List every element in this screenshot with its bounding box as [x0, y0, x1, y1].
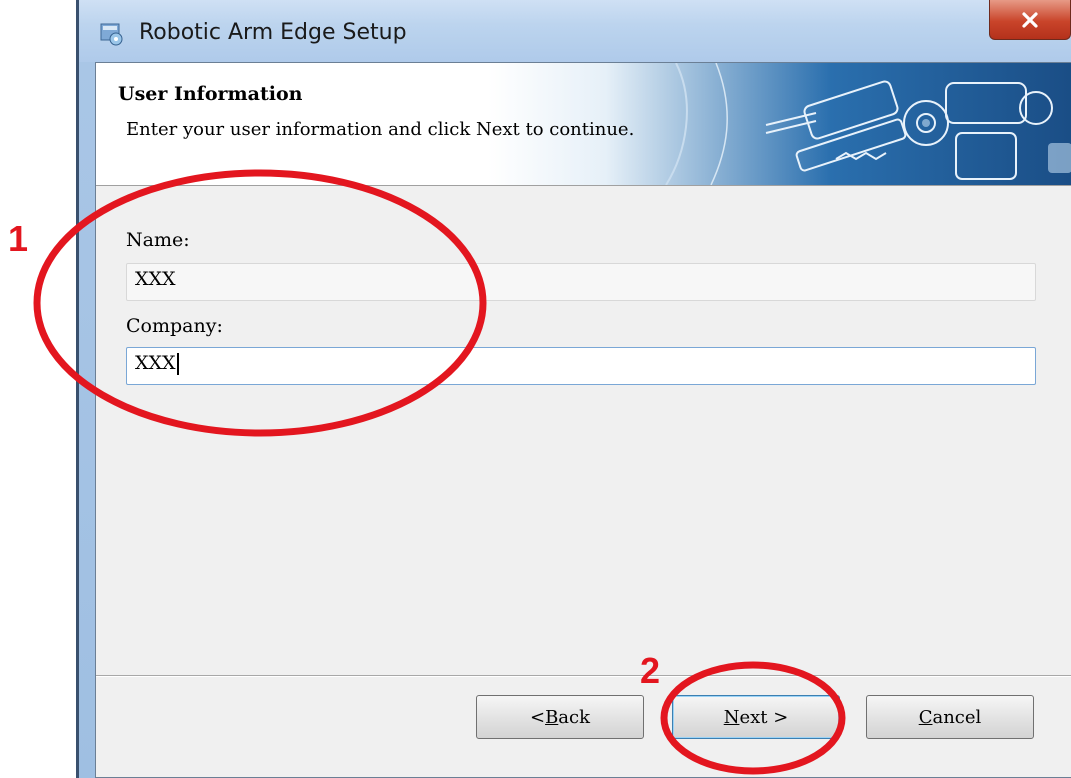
company-field-value: XXX — [135, 352, 176, 374]
name-label: Name: — [126, 229, 190, 251]
close-icon — [1022, 11, 1038, 28]
next-button-mnemonic: N — [723, 706, 740, 728]
cancel-button-rest: ancel — [932, 706, 982, 728]
company-field[interactable]: XXX — [126, 347, 1036, 385]
page-title: User Information — [118, 83, 303, 105]
back-button-prefix: < — [529, 706, 546, 728]
setup-app-icon — [99, 22, 125, 46]
back-button-rest: ack — [558, 706, 591, 728]
close-button[interactable] — [989, 0, 1071, 40]
cancel-button-mnemonic: C — [918, 706, 933, 728]
name-field-value: XXX — [135, 268, 176, 290]
back-button[interactable]: < Back — [476, 695, 644, 739]
title-bar[interactable]: Robotic Arm Edge Setup — [79, 0, 1071, 62]
dialog-client-area: User Information Enter your user informa… — [95, 62, 1071, 778]
robotic-arm-banner — [665, 63, 1071, 185]
annotation-step-1: 1 — [8, 218, 29, 259]
cancel-button[interactable]: Cancel — [866, 695, 1034, 739]
next-button[interactable]: Next > — [672, 695, 840, 739]
page-subtitle: Enter your user information and click Ne… — [126, 119, 635, 140]
next-button-rest: ext > — [739, 706, 789, 728]
back-button-mnemonic: B — [545, 706, 559, 728]
annotation-step-2: 2 — [640, 650, 661, 691]
name-field[interactable]: XXX — [126, 263, 1036, 301]
window-title: Robotic Arm Edge Setup — [139, 20, 407, 45]
company-label: Company: — [126, 315, 223, 337]
text-caret — [176, 353, 179, 375]
wizard-header: User Information Enter your user informa… — [96, 63, 1071, 186]
setup-window: Robotic Arm Edge Setup User Information … — [76, 0, 1071, 778]
button-separator — [96, 675, 1071, 677]
